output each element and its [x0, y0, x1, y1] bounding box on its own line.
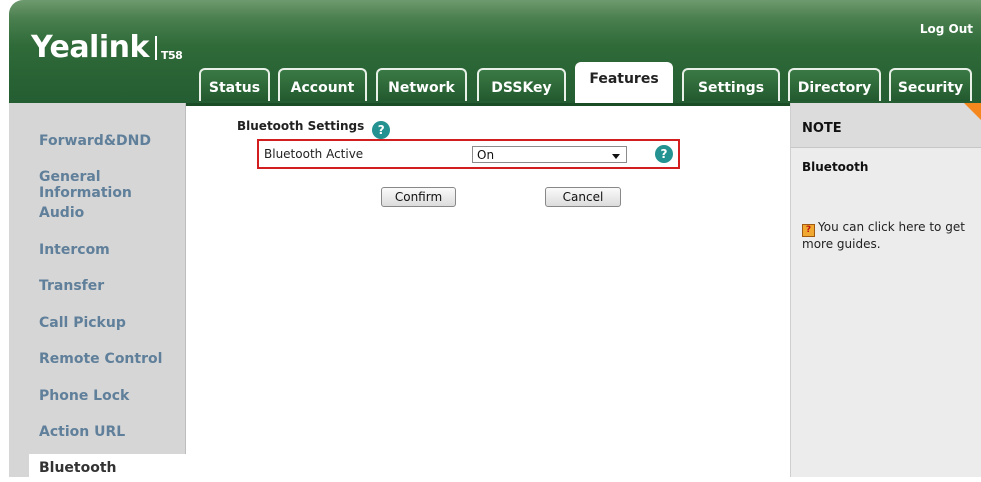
logo-text: Yealink [31, 30, 149, 65]
tab-status[interactable]: Status [199, 68, 270, 101]
sidebar-item-remote-control[interactable]: Remote Control [39, 351, 162, 367]
header-bar: Yealink T58 Log Out Status Account Networ… [9, 0, 981, 106]
tab-directory[interactable]: Directory [788, 68, 881, 101]
section-title-text: Bluetooth Settings [237, 119, 365, 133]
bluetooth-settings-heading: Bluetooth Settings? [237, 119, 391, 139]
sidebar-item-phone-lock[interactable]: Phone Lock [39, 388, 129, 404]
sidebar-item-action-url[interactable]: Action URL [39, 424, 125, 440]
tab-dsskey[interactable]: DSSKey [477, 68, 566, 101]
main-content: Bluetooth Settings? Bluetooth Active On … [186, 103, 791, 477]
tab-security[interactable]: Security [889, 68, 972, 101]
bluetooth-active-value: On [477, 148, 495, 162]
bluetooth-active-row: Bluetooth Active On ? [257, 139, 680, 169]
logout-link[interactable]: Log Out [920, 22, 973, 36]
sidebar-item-transfer[interactable]: Transfer [39, 278, 104, 294]
chevron-down-icon [612, 154, 620, 159]
book-icon: ? [802, 224, 815, 237]
logo-model: T58 [160, 49, 183, 62]
sidebar-nav: Forward&DND General Information Audio In… [9, 103, 195, 482]
sidebar-item-audio[interactable]: Audio [39, 205, 84, 221]
tab-features[interactable]: Features [575, 62, 673, 103]
sidebar-item-intercom[interactable]: Intercom [39, 242, 110, 258]
bluetooth-active-select[interactable]: On [472, 146, 627, 163]
sidebar-item-call-pickup[interactable]: Call Pickup [39, 315, 126, 331]
note-panel: NOTE Bluetooth ? You can click here to ge… [790, 103, 981, 477]
help-icon[interactable]: ? [655, 145, 673, 163]
note-title: NOTE [802, 121, 842, 136]
corner-fold-icon [964, 103, 981, 121]
tab-network[interactable]: Network [376, 68, 467, 101]
tab-settings[interactable]: Settings [682, 68, 780, 101]
note-subtitle: Bluetooth [802, 160, 869, 174]
tab-account[interactable]: Account [278, 68, 367, 101]
app-frame: Yealink T58 Log Out Status Account Networ… [9, 0, 981, 482]
help-icon[interactable]: ? [372, 121, 391, 139]
cancel-button[interactable]: Cancel [545, 187, 621, 207]
yealink-logo: Yealink T58 [31, 30, 183, 65]
note-header: NOTE [791, 103, 981, 148]
logo-divider [154, 36, 157, 60]
sidebar-item-general-information[interactable]: General Information [39, 169, 185, 201]
bluetooth-active-label: Bluetooth Active [264, 147, 364, 161]
sidebar-item-forward-dnd[interactable]: Forward&DND [39, 133, 151, 149]
confirm-button[interactable]: Confirm [381, 187, 456, 207]
guide-text: You can click here to get more guides. [802, 220, 965, 251]
sidebar-item-bluetooth[interactable]: Bluetooth [29, 454, 195, 482]
guide-link[interactable]: ? You can click here to get more guides. [802, 220, 972, 252]
